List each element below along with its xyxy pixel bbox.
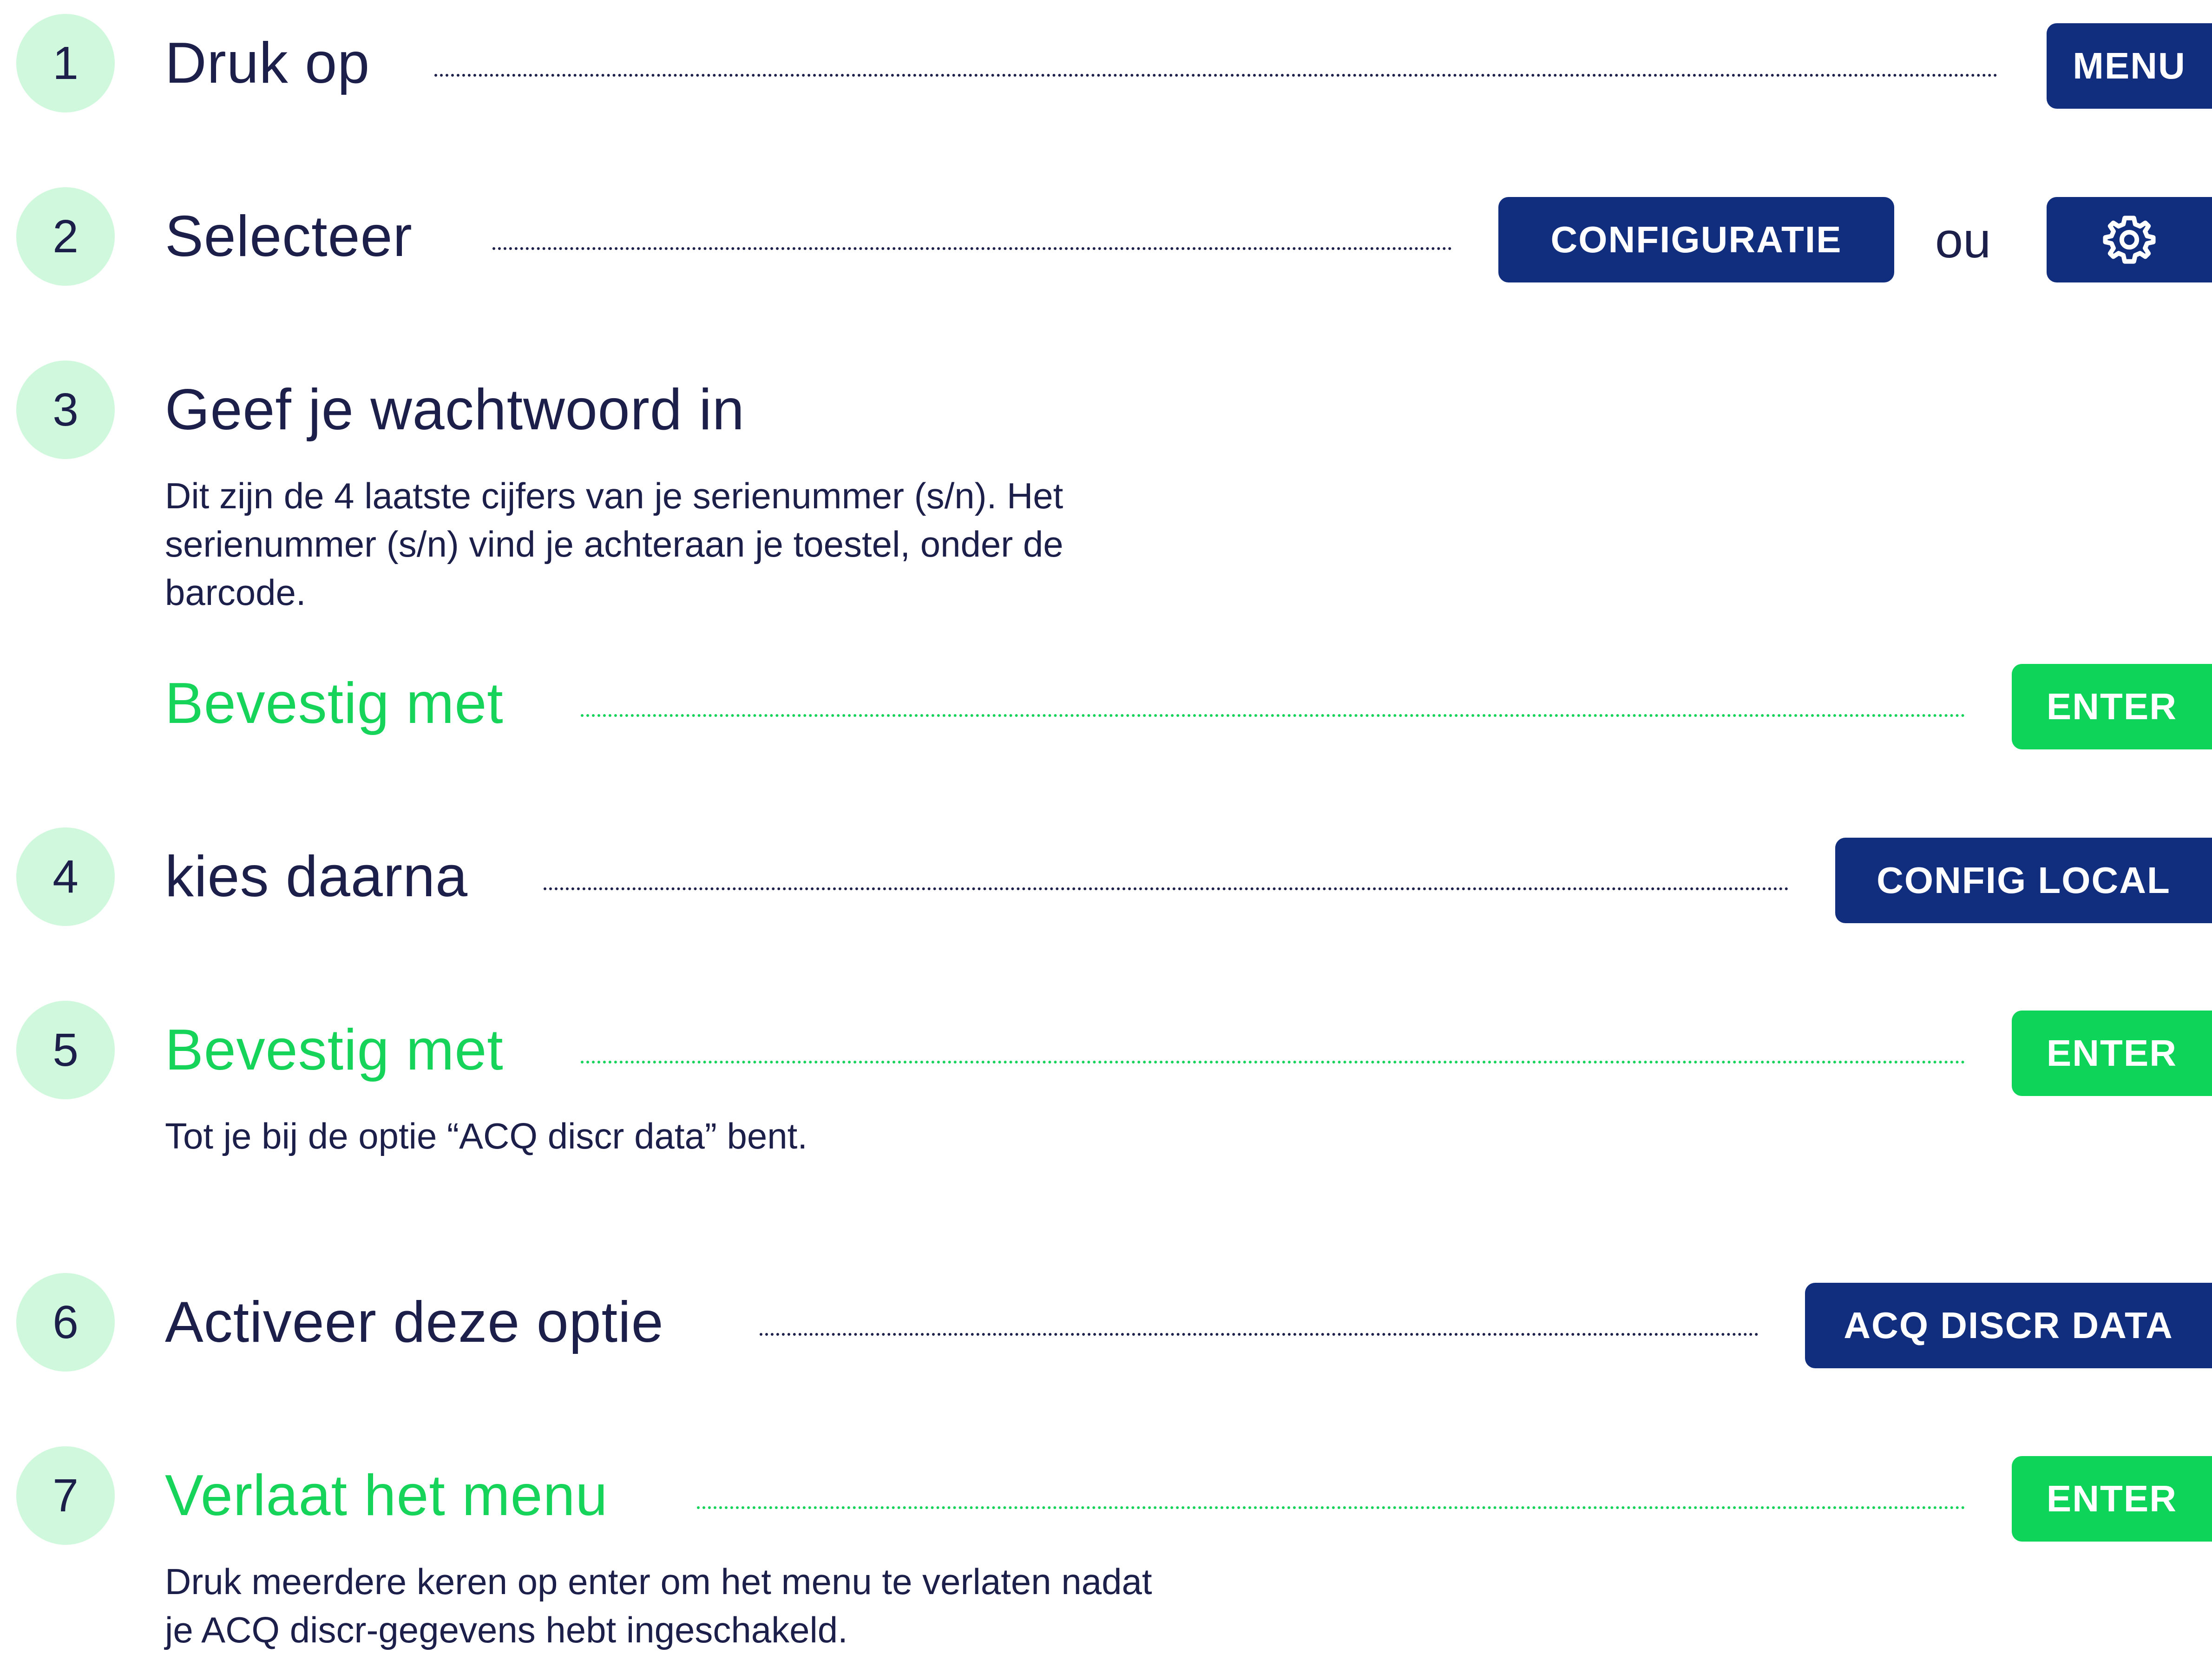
step-2-dotted-leader bbox=[492, 247, 1452, 250]
step-4-title: kies daarna bbox=[165, 845, 468, 909]
step-2-number: 2 bbox=[16, 187, 115, 286]
step-6-title: Activeer deze optie bbox=[165, 1290, 664, 1354]
step-5-number: 5 bbox=[16, 1001, 115, 1099]
step-1-dotted-leader bbox=[434, 74, 1998, 77]
step-1-number: 1 bbox=[16, 14, 115, 112]
step-7-dotted-leader bbox=[697, 1506, 1965, 1509]
step-5-title: Bevestig met bbox=[165, 1018, 504, 1082]
gear-icon bbox=[2103, 216, 2156, 264]
step-3-number: 3 bbox=[16, 361, 115, 459]
step-3-title: Geef je wachtwoord in bbox=[165, 378, 745, 442]
step-1-title: Druk op bbox=[165, 31, 370, 95]
step-5-dotted-leader bbox=[581, 1061, 1965, 1063]
enter-button[interactable]: ENTER bbox=[2012, 1456, 2212, 1542]
step-3-dotted-leader bbox=[581, 714, 1965, 717]
step-7-description-line: je ACQ discr-gegevens hebt ingeschakeld. bbox=[165, 1609, 848, 1650]
enter-button[interactable]: ENTER bbox=[2012, 1011, 2212, 1096]
settings-button[interactable] bbox=[2047, 197, 2212, 282]
step-7-number: 7 bbox=[16, 1446, 115, 1545]
or-text: ou bbox=[1935, 211, 1991, 268]
step-4-dotted-leader bbox=[544, 887, 1789, 890]
configuratie-button[interactable]: CONFIGURATIE bbox=[1498, 197, 1894, 282]
step-3-description-line: Dit zijn de 4 laatste cijfers van je ser… bbox=[165, 475, 1063, 516]
step-3-description-line: barcode. bbox=[165, 572, 306, 613]
step-2-title: Selecteer bbox=[165, 204, 413, 269]
step-6-dotted-leader bbox=[760, 1333, 1759, 1336]
instruction-page: 1 Druk op MENU 2 Selecteer CONFIGURATIE … bbox=[0, 0, 2212, 1650]
acq-discr-data-button[interactable]: ACQ DISCR DATA bbox=[1805, 1283, 2212, 1368]
step-3-description-line: serienummer (s/n) vind je achteraan je t… bbox=[165, 524, 1063, 564]
step-7-title: Verlaat het menu bbox=[165, 1464, 608, 1528]
config-local-button[interactable]: CONFIG LOCAL bbox=[1835, 838, 2212, 923]
enter-button[interactable]: ENTER bbox=[2012, 664, 2212, 749]
step-3-description: Dit zijn de 4 laatste cijfers van je ser… bbox=[165, 472, 1280, 617]
step-7-description-line: Druk meerdere keren op enter om het menu… bbox=[165, 1561, 1152, 1602]
menu-button[interactable]: MENU bbox=[2047, 23, 2212, 109]
step-7-description: Druk meerdere keren op enter om het menu… bbox=[165, 1557, 1373, 1654]
step-3-confirm-label: Bevestig met bbox=[165, 671, 504, 735]
step-5-description: Tot je bij de optie “ACQ discr data” ben… bbox=[165, 1116, 808, 1156]
step-6-number: 6 bbox=[16, 1273, 115, 1372]
step-4-number: 4 bbox=[16, 827, 115, 926]
